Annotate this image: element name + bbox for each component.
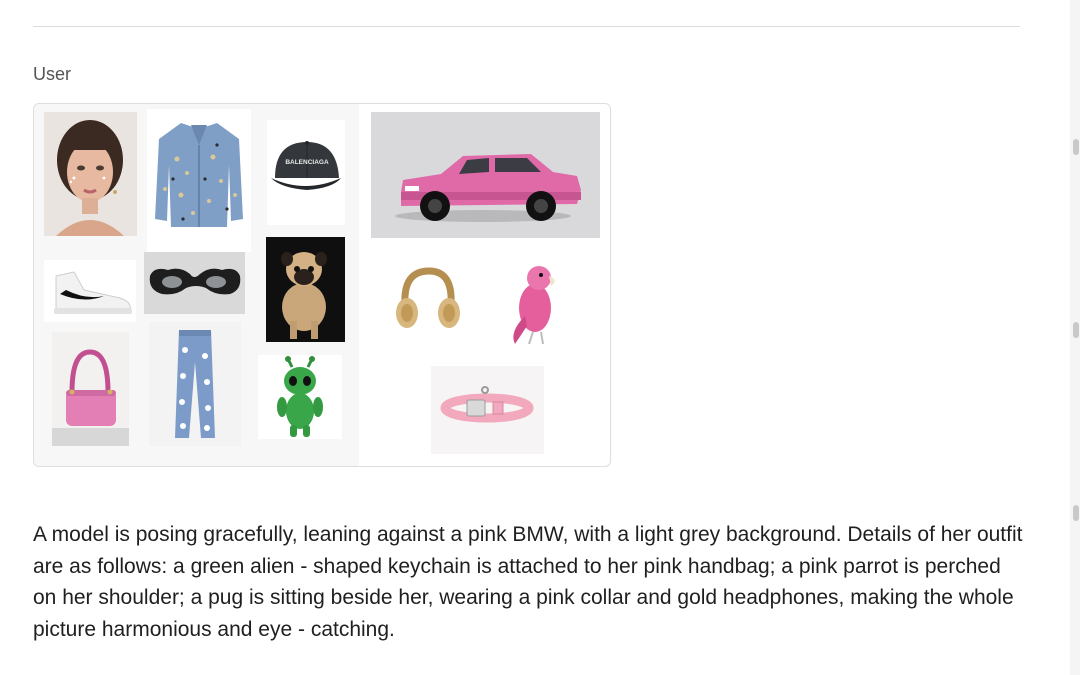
pink-bmw-car-image — [371, 112, 600, 238]
pink-parrot-image — [489, 252, 581, 351]
gold-headphones-image — [391, 261, 465, 341]
floral-jeans-image — [149, 322, 241, 446]
black-baseball-cap-image: BALENCIAGA — [267, 120, 345, 225]
scroll-marker[interactable] — [1073, 505, 1079, 521]
black-sunglasses-image — [144, 252, 245, 314]
pug-dog-image — [266, 237, 345, 342]
image-collage-card[interactable]: BALENCIAGA — [33, 103, 611, 467]
pink-handbag-image — [52, 332, 129, 446]
user-prompt-text: A model is posing gracefully, leaning ag… — [33, 523, 1023, 641]
scroll-marker[interactable] — [1073, 139, 1079, 155]
scroll-marker[interactable] — [1073, 322, 1079, 338]
green-alien-keychain-image — [258, 355, 342, 439]
message-role-label: User — [33, 64, 72, 84]
white-sneaker-image — [44, 260, 136, 322]
model-portrait-image — [44, 112, 137, 236]
cap-brand-text: BALENCIAGA — [285, 159, 329, 166]
top-divider — [33, 26, 1020, 27]
pink-dog-collar-image — [431, 366, 544, 454]
embellished-denim-jacket-image — [147, 109, 251, 252]
scrollbar[interactable] — [1070, 0, 1080, 675]
